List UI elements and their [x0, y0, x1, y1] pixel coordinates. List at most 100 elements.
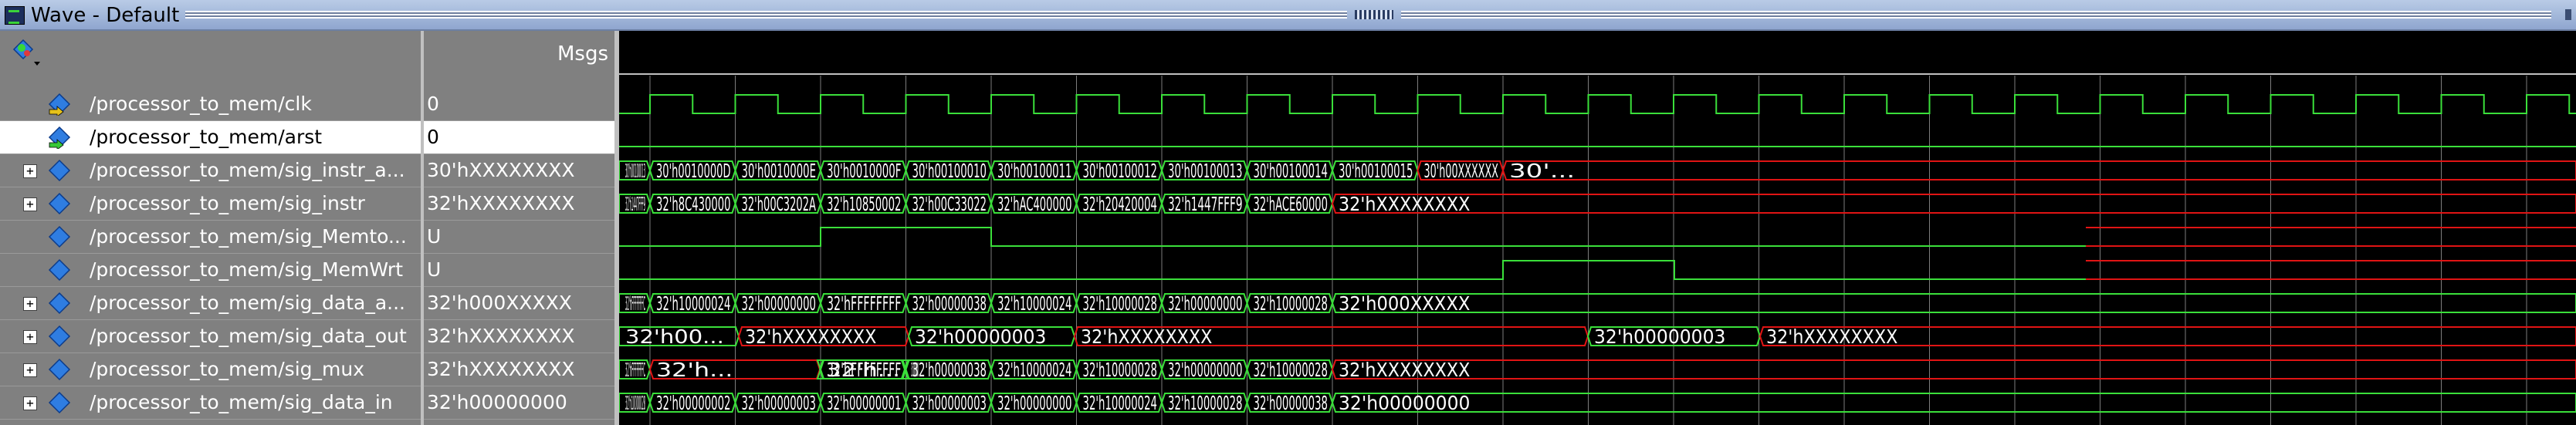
signal-value: U — [427, 258, 442, 281]
signal-row[interactable]: + /processor_to_mem/sig_instr_a... — [0, 154, 421, 187]
signal-value-row[interactable]: 32'h00000000 — [424, 386, 614, 419]
mux-bus-label: 32'h10000024 — [997, 359, 1072, 381]
signal-value-row[interactable]: 0 — [424, 88, 614, 120]
instr-addr-bus-segment — [1501, 160, 2576, 180]
signal-value-row[interactable]: 32'hXXXXXXXX — [424, 353, 614, 386]
data-addr-bus-label: 32'h10000024 — [997, 292, 1072, 315]
undock-handle[interactable] — [1355, 10, 1393, 19]
signal-name: /processor_to_mem/sig_MemWrt — [90, 258, 403, 281]
clock-input-icon — [48, 93, 71, 117]
instr-bus-label: 32'h1447FFF9 — [625, 193, 645, 215]
expand-icon[interactable]: + — [23, 164, 37, 178]
expand-icon[interactable]: + — [23, 297, 37, 311]
instr-addr-bus-label: 30'h00100014 — [1254, 160, 1329, 182]
data-in-bus-label: 32'h00000003 — [912, 392, 987, 414]
instr-addr-bus-label: 30'h00100012 — [1083, 160, 1158, 182]
signal-name: /processor_to_mem/arst — [90, 126, 323, 148]
bus-signal-icon — [48, 325, 71, 348]
expand-icon[interactable]: + — [23, 396, 37, 410]
instr-bus-label: 32'h10850002 — [827, 193, 902, 215]
signal-value-row[interactable]: 32'hXXXXXXXX — [424, 320, 614, 352]
signal-value: 0 — [427, 93, 439, 115]
signal-name: /processor_to_mem/sig_instr — [90, 192, 365, 214]
add-wave-dropdown-icon[interactable] — [12, 39, 43, 69]
signal-name: /processor_to_mem/sig_Memto... — [90, 225, 407, 248]
bus-signal-icon — [48, 358, 71, 381]
data-addr-bus-label: 32'h00000038 — [912, 292, 987, 315]
signal-value: 32'h000XXXXX — [427, 292, 572, 314]
instr-bus-label: 32'h1447FFF9 — [1168, 193, 1243, 215]
waveform-canvas[interactable]: 30'h00100013 30'h0010000D 30'h0010000E 30'h… — [619, 31, 2576, 425]
mux-bus-label: 32'hFFFFFFFC — [625, 359, 645, 381]
signal-name: /processor_to_mem/sig_mux — [90, 358, 365, 380]
data-in-bus-label: 32'h00000000 — [1339, 392, 1470, 414]
data-out-bus-label: 32'hXXXXXXXX — [1081, 325, 1212, 348]
signal-icon — [48, 225, 71, 248]
instr-addr-bus-label: 30'h0010000E — [742, 160, 817, 182]
data-addr-bus-label: 32'h00000000 — [1168, 292, 1243, 315]
signal-value-row[interactable]: 32'hXXXXXXXX — [424, 187, 614, 220]
signal-row[interactable]: + /processor_to_mem/sig_data_a... — [0, 287, 421, 319]
signal-row[interactable]: + /processor_to_mem/sig_data_out — [0, 320, 421, 352]
data-in-bus-label: 32'h10000028 — [625, 392, 645, 414]
signal-row[interactable]: /processor_to_mem/clk — [0, 88, 421, 120]
data-out-bus-label: 32'h00000003 — [1594, 325, 1725, 348]
mux-bus-label: 32'hXXXXXXXX — [1339, 359, 1470, 381]
expand-icon[interactable]: + — [23, 363, 37, 377]
signal-name: /processor_to_mem/sig_data_a... — [90, 292, 405, 314]
expand-icon[interactable]: + — [23, 330, 37, 344]
data-addr-bus-label: 32'h10000024 — [656, 292, 731, 315]
signal-row[interactable]: /processor_to_mem/arst — [0, 121, 421, 153]
signal-icon — [48, 258, 71, 282]
data-out-bus-label: 32'hXXXXXXXX — [1766, 325, 1897, 348]
mux-bus-label: 32'h00000000 — [1168, 359, 1243, 381]
instr-addr-bus-label: 30'h00XXXXXX — [1424, 160, 1499, 182]
data-addr-bus-label: 32'hFFFFFFFC — [625, 292, 645, 315]
signal-row[interactable]: + /processor_to_mem/sig_data_in — [0, 386, 421, 419]
instr-addr-bus-label: 30'h00100013 — [625, 160, 645, 182]
signal-name-pane: /processor_to_mem/clk/processor_to_mem/a… — [0, 74, 421, 425]
instr-bus-label: 32'hXXXXXXXX — [1339, 193, 1470, 215]
signal-value: 32'hXXXXXXXX — [427, 325, 575, 347]
titlebar-end-cap — [2565, 9, 2571, 20]
window-title: Wave - Default — [31, 4, 180, 27]
instr-addr-bus-label: 30'h00100015 — [1339, 160, 1413, 182]
signal-value-row[interactable]: 32'h000XXXXX — [424, 287, 614, 319]
row-divider — [0, 419, 421, 420]
window-titlebar[interactable]: Wave - Default — [0, 0, 2576, 31]
signal-value: 32'hXXXXXXXX — [427, 192, 575, 214]
memtoreg-waveform — [619, 227, 2086, 247]
mux-bus-label: 32'h... — [656, 359, 733, 381]
signal-row[interactable]: + /processor_to_mem/sig_mux — [0, 353, 421, 386]
data-addr-bus-label: 32'h10000028 — [1083, 292, 1158, 315]
instr-addr-bus-label: 30'h00100013 — [1168, 160, 1243, 182]
signal-value-pane: 0 0 30'hXXXXXXXX 32'hXXXXXXXX U U 32'h000XXXXX… — [424, 74, 614, 425]
data-addr-bus-segment — [1331, 293, 2576, 313]
memwrt-waveform — [619, 260, 2086, 280]
mux-bus-label: 32'h10000028 — [1254, 359, 1329, 381]
data-in-bus-label: 32'h00000003 — [742, 392, 817, 414]
data-in-bus-segment — [1331, 393, 2576, 413]
data-out-bus-label: 32'h00... — [625, 325, 724, 348]
signal-value-row[interactable]: U — [424, 221, 614, 253]
waveform-pane[interactable]: 30'h00100013 30'h0010000D 30'h0010000E 30'h… — [619, 31, 2576, 425]
instr-bus-segment — [1331, 194, 2576, 214]
signal-row[interactable]: /processor_to_mem/sig_Memto... — [0, 221, 421, 253]
signal-value: 32'hXXXXXXXX — [427, 358, 575, 380]
data-addr-bus-label: 32'h000XXXXX — [1339, 292, 1470, 315]
signal-value-row[interactable]: U — [424, 254, 614, 286]
signal-row[interactable]: /processor_to_mem/sig_MemWrt — [0, 254, 421, 286]
data-in-bus-label: 32'h10000024 — [1083, 392, 1158, 414]
instr-bus-label: 32'h00C33022 — [912, 193, 987, 215]
signal-value-row[interactable]: 0 — [424, 121, 614, 153]
titlebar-grip-left — [185, 11, 1347, 19]
data-addr-bus-label: 32'h00000000 — [742, 292, 817, 315]
signal-value-row[interactable]: 30'hXXXXXXXX — [424, 154, 614, 187]
data-addr-bus-label: 32'h10000028 — [1254, 292, 1329, 315]
signal-row[interactable]: + /processor_to_mem/sig_instr — [0, 187, 421, 220]
signal-name: /processor_to_mem/sig_data_out — [90, 325, 407, 347]
expand-icon[interactable]: + — [23, 197, 37, 211]
data-in-bus-label: 32'h00000038 — [1254, 392, 1329, 414]
data-in-bus-label: 32'h00000002 — [656, 392, 731, 414]
bus-signal-icon — [48, 292, 71, 315]
